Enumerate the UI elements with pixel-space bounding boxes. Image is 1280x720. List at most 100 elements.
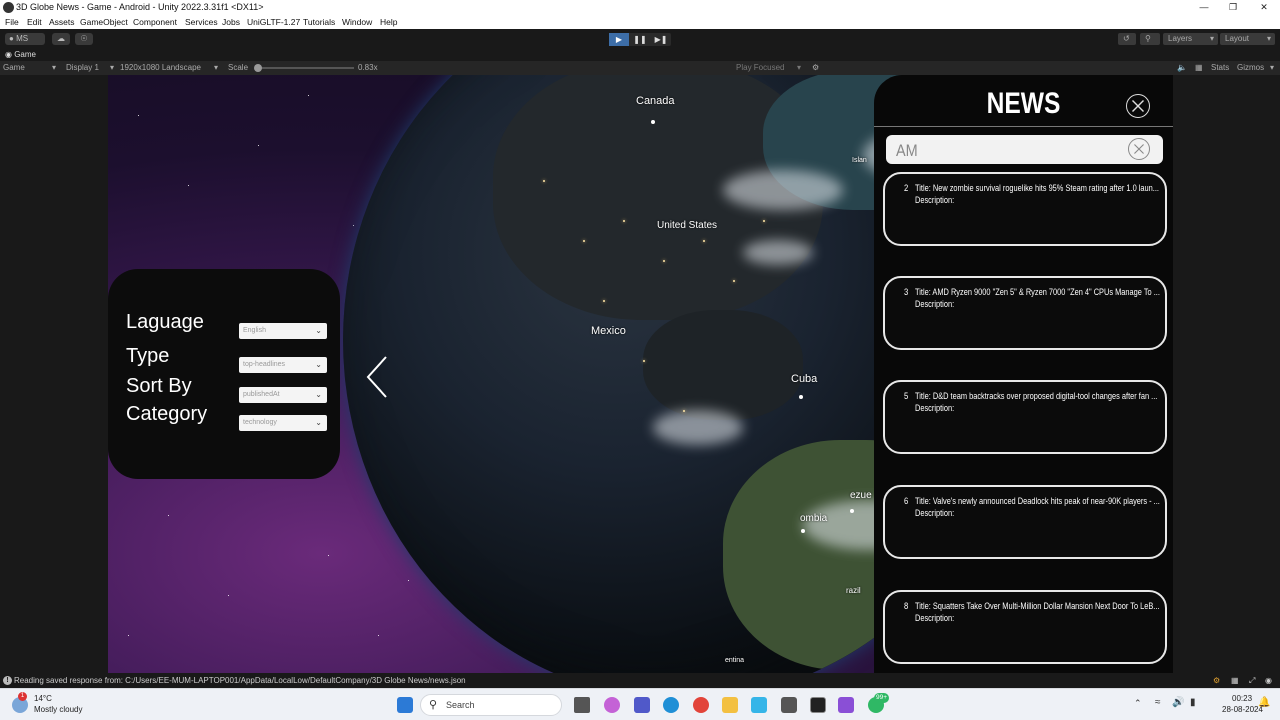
close-news-icon[interactable] xyxy=(1126,94,1150,118)
menu-unigltf[interactable]: UniGLTF-1.27 xyxy=(247,17,300,27)
news-card-title: Title: Valve's newly announced Deadlock … xyxy=(915,496,1160,507)
maximize-button[interactable]: ❐ xyxy=(1219,0,1247,15)
gizmos-button[interactable]: Gizmos xyxy=(1237,61,1264,75)
windows-start-icon[interactable] xyxy=(397,697,413,713)
wifi-icon[interactable]: ≈ xyxy=(1155,697,1161,708)
news-search-input[interactable]: AM xyxy=(886,135,1163,164)
volume-icon[interactable]: 🔊 xyxy=(1172,697,1184,708)
teams-icon[interactable] xyxy=(634,697,650,713)
category-value: technology xyxy=(243,419,277,426)
menu-help[interactable]: Help xyxy=(380,17,397,27)
grid-icon[interactable]: ▦ xyxy=(1195,61,1203,75)
display-dropdown[interactable]: Display 1 xyxy=(66,61,99,75)
console-icon[interactable]: ▦ xyxy=(1231,673,1239,688)
history-icon[interactable]: ↺ xyxy=(1118,33,1136,45)
menu-services[interactable]: Services xyxy=(185,17,218,27)
tab-game[interactable]: ◉ Game xyxy=(5,49,36,61)
news-card-title: Title: AMD Ryzen 9000 "Zen 5" & Ryzen 70… xyxy=(915,287,1160,298)
menu-component[interactable]: Component xyxy=(133,17,177,27)
sortby-label: Sort By xyxy=(126,375,192,397)
clock-time[interactable]: 00:23 xyxy=(1232,694,1252,703)
resolution-dropdown[interactable]: 1920x1080 Landscape xyxy=(120,61,201,75)
menu-gameobject[interactable]: GameObject xyxy=(80,17,128,27)
collab-icon[interactable]: ☉ xyxy=(75,33,93,45)
search-icon[interactable]: ⚲ xyxy=(1140,33,1160,45)
menu-window[interactable]: Window xyxy=(342,17,372,27)
stats-button[interactable]: Stats xyxy=(1211,61,1229,75)
step-button[interactable]: ▶❚ xyxy=(651,33,671,46)
news-card-title: Title: D&D team backtracks over proposed… xyxy=(915,391,1158,402)
star xyxy=(408,580,409,581)
news-card[interactable]: 2 Title: New zombie survival roguelike h… xyxy=(883,172,1167,246)
cloud-icon[interactable]: ☁ xyxy=(52,33,70,45)
unity-hub-icon[interactable] xyxy=(781,697,797,713)
collapse-icon[interactable]: ⤢ xyxy=(1249,673,1255,688)
chevron-down-icon: ▾ xyxy=(214,63,219,72)
menu-edit[interactable]: Edit xyxy=(27,17,42,27)
file-explorer-icon[interactable] xyxy=(722,697,738,713)
minimize-button[interactable]: — xyxy=(1190,0,1218,15)
canada-marker[interactable] xyxy=(651,120,655,124)
game-mode-dropdown[interactable]: Game xyxy=(3,61,25,75)
settings-icon[interactable]: ◉ xyxy=(1265,673,1272,688)
close-window-button[interactable]: ✕ xyxy=(1250,0,1278,15)
type-select[interactable]: top-headlines ⌄ xyxy=(239,357,327,373)
play-button[interactable]: ▶ xyxy=(609,33,629,46)
layers-label: Layers xyxy=(1168,34,1193,43)
clock-date[interactable]: 28-08-2024 xyxy=(1222,705,1263,714)
news-card-number: 2 xyxy=(904,183,909,193)
news-card[interactable]: 8 Title: Squatters Take Over Multi-Milli… xyxy=(883,590,1167,664)
language-label: Laguage xyxy=(126,311,204,333)
chevron-down-icon: ▾ xyxy=(1270,63,1275,72)
scale-slider-track[interactable] xyxy=(258,67,354,69)
layout-dropdown[interactable]: Layout ▾ xyxy=(1220,33,1275,45)
chrome-icon[interactable] xyxy=(693,697,709,713)
play-focused-dropdown[interactable]: Play Focused xyxy=(736,61,784,75)
mute-audio-icon[interactable]: 🔈 xyxy=(1177,61,1187,75)
task-view-icon[interactable] xyxy=(574,697,590,713)
category-select[interactable]: technology ⌄ xyxy=(239,415,327,431)
photos-icon[interactable] xyxy=(751,697,767,713)
battery-icon[interactable]: ▮ xyxy=(1190,697,1196,708)
console-status-bar[interactable]: ! Reading saved response from: C:/Users/… xyxy=(0,673,1280,688)
edge-icon[interactable] xyxy=(663,697,679,713)
menu-assets[interactable]: Assets xyxy=(49,17,75,27)
menu-tutorials[interactable]: Tutorials xyxy=(303,17,335,27)
visual-studio-icon[interactable] xyxy=(838,697,854,713)
layers-dropdown[interactable]: Layers ▾ xyxy=(1163,33,1218,45)
type-label: Type xyxy=(126,345,170,367)
cloud xyxy=(743,240,813,265)
menu-file[interactable]: File xyxy=(5,17,19,27)
scale-slider-handle[interactable] xyxy=(254,64,262,72)
game-view-toolbar: Game ▾ Display 1 ▾ 1920x1080 Landscape ▾… xyxy=(0,61,1280,75)
notification-bell-icon[interactable]: 🔔 xyxy=(1258,697,1270,708)
chevron-down-icon: ▾ xyxy=(110,63,115,72)
news-card[interactable]: 6 Title: Valve's newly announced Deadloc… xyxy=(883,485,1167,559)
copilot-icon[interactable] xyxy=(604,697,620,713)
chevron-up-icon[interactable]: ⌃ xyxy=(1134,698,1142,709)
sortby-select[interactable]: publishedAt ⌄ xyxy=(239,387,327,403)
gear-icon[interactable]: ⚙ xyxy=(812,61,819,75)
news-card-description: Description: xyxy=(915,195,955,206)
clear-search-icon[interactable] xyxy=(1128,138,1150,160)
account-button[interactable]: ● MS xyxy=(5,33,45,45)
chevron-down-icon: ▾ xyxy=(1266,34,1271,43)
warning-icon[interactable]: ⚙ xyxy=(1213,673,1220,688)
menu-jobs[interactable]: Jobs xyxy=(222,17,240,27)
colombia-marker[interactable] xyxy=(801,529,805,533)
pause-button[interactable]: ❚❚ xyxy=(630,33,650,46)
cuba-marker[interactable] xyxy=(799,395,803,399)
menu-bar: File Edit Assets GameObject Component Se… xyxy=(0,15,1280,29)
venezuela-marker[interactable] xyxy=(850,509,854,513)
account-icon: ● xyxy=(9,34,14,43)
cloud xyxy=(723,170,843,210)
news-card[interactable]: 5 Title: D&D team backtracks over propos… xyxy=(883,380,1167,454)
taskbar-search[interactable]: ⚲ Search xyxy=(420,694,562,716)
unity-editor-icon[interactable] xyxy=(810,697,826,713)
news-card[interactable]: 3 Title: AMD Ryzen 9000 "Zen 5" & Ryzen … xyxy=(883,276,1167,350)
news-card-title: Title: New zombie survival roguelike hit… xyxy=(915,183,1159,194)
scale-label: Scale xyxy=(228,63,249,72)
back-arrow-icon[interactable] xyxy=(364,355,394,399)
info-icon: ! xyxy=(3,676,12,685)
language-select[interactable]: English ⌄ xyxy=(239,323,327,339)
